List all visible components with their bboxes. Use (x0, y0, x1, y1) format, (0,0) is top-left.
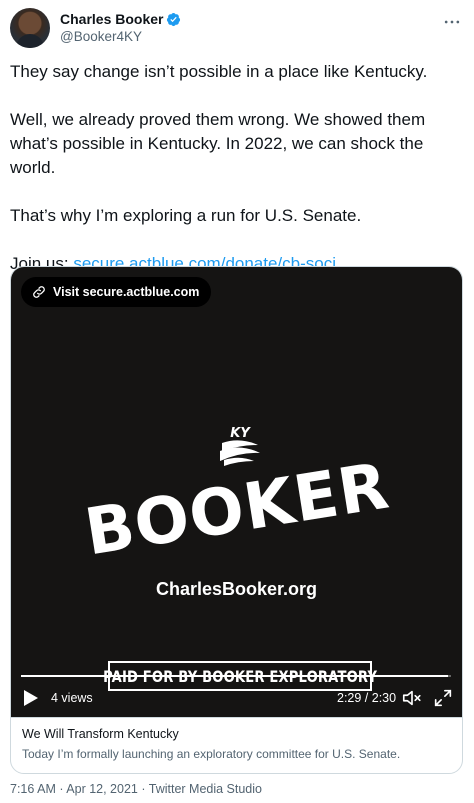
tweet-header: Charles Booker @Booker4KY (10, 8, 464, 48)
visit-site-button[interactable]: Visit secure.actblue.com (21, 277, 212, 307)
booker-campaign-logo: KY BOOKER (80, 426, 394, 557)
tweet-paragraph: They say change isn’t possible in a plac… (10, 62, 428, 81)
play-icon[interactable] (23, 689, 39, 707)
card-description: Today I’m formally launching an explorat… (22, 747, 401, 761)
video-time: 2:29 / 2:30 (337, 691, 397, 705)
verified-badge-icon (167, 12, 181, 26)
video-player[interactable]: Visit secure.actblue.com KY BOOKER Charl… (11, 267, 462, 717)
tweet-text: They say change isn’t possible in a plac… (10, 60, 466, 276)
paid-for-text: PAID FOR BY BOOKER EXPLORATORY (102, 666, 378, 686)
logo-booker-text: BOOKER (80, 449, 394, 557)
link-icon (33, 286, 45, 298)
fullscreen-icon[interactable] (432, 687, 454, 709)
card-info[interactable]: We Will Transform Kentucky Today I’m for… (11, 717, 462, 773)
author-handle[interactable]: @Booker4KY (60, 29, 142, 44)
author-name-row[interactable]: Charles Booker (60, 11, 181, 27)
video-controls: 4 views 2:29 / 2:30 (11, 685, 462, 713)
card-title: We Will Transform Kentucky (22, 727, 179, 741)
more-options-icon[interactable] (442, 12, 462, 32)
campaign-site-text: CharlesBooker.org (155, 579, 318, 599)
view-count: 4 views (51, 691, 93, 705)
tweet-paragraph: Well, we already proved them wrong. We s… (10, 110, 426, 177)
logo-ky-text: KY (230, 426, 251, 441)
tweet-timestamp[interactable]: 7:16 AM · Apr 12, 2021 · Twitter Media S… (10, 782, 262, 796)
visit-site-label: Visit secure.actblue.com (53, 285, 200, 299)
author-name[interactable]: Charles Booker (60, 11, 163, 27)
tweet-paragraph: That’s why I’m exploring a run for U.S. … (10, 206, 362, 225)
avatar[interactable] (10, 8, 50, 48)
volume-muted-icon[interactable] (401, 687, 423, 709)
media-card[interactable]: Visit secure.actblue.com KY BOOKER Charl… (10, 266, 463, 774)
